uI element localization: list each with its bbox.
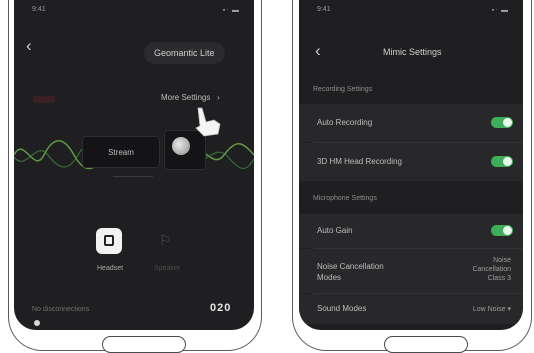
bottom-code: 020 <box>210 302 232 314</box>
row-label: Auto Recording <box>317 118 373 127</box>
headset-mode-button[interactable] <box>96 228 122 254</box>
speaker-mode-label: Speaker <box>154 265 181 272</box>
row-auto-recording[interactable]: Auto Recording <box>299 104 523 142</box>
left-screen: 9:41 ▪ᐧ ▬ ‹ Geomantic Lite More Settings… <box>14 0 254 330</box>
row-sound-modes[interactable]: Sound Modes Low Noise ▾ <box>299 294 523 324</box>
headset-icon <box>104 235 114 246</box>
row-auto-gain[interactable]: Auto Gain <box>299 214 523 248</box>
knob-handle[interactable] <box>172 137 190 155</box>
row-3d-recording[interactable]: 3D HM Head Recording <box>299 143 523 181</box>
right-home-indicator[interactable] <box>384 336 468 353</box>
section-title-microphone: Microphone Settings <box>313 195 377 202</box>
section-title-recording: Recording Settings <box>313 86 373 93</box>
hand-pointer-icon <box>195 107 221 137</box>
row-label: Noise Cancellation Modes <box>317 262 384 282</box>
dot-indicator <box>34 320 40 326</box>
bottom-status-text: No disconnections <box>32 306 90 313</box>
chevron-left-icon[interactable]: ‹ <box>315 42 321 59</box>
left-home-indicator[interactable] <box>102 336 186 353</box>
3d-recording-toggle[interactable] <box>491 156 513 167</box>
page-title: Mimic Settings <box>383 47 442 57</box>
sound-mode-value[interactable]: Low Noise ▾ <box>473 305 511 314</box>
auto-gain-toggle[interactable] <box>491 225 513 236</box>
noise-cancellation-value[interactable]: Noise Cancellation Class 3 <box>455 256 511 283</box>
status-time: 9:41 <box>32 6 46 13</box>
row-noise-cancellation[interactable]: Noise Cancellation Modes Noise Cancellat… <box>299 249 523 293</box>
headset-mode-label: Headset <box>97 265 124 272</box>
chevron-left-icon[interactable]: ‹ <box>26 37 32 54</box>
speaker-icon[interactable]: ⚐ <box>159 232 172 249</box>
stream-card[interactable]: Stream <box>82 136 160 168</box>
right-screen: 9:41 ▪ᐧ ▬ ‹ Mimic Settings Recording Set… <box>299 0 523 330</box>
mode-button[interactable]: Geomantic Lite <box>144 42 225 64</box>
status-icons: ▪ᐧ ▬ <box>222 7 240 14</box>
row-label: Sound Modes <box>317 304 367 313</box>
row-label: 3D HM Head Recording <box>317 157 402 166</box>
more-settings-link[interactable]: More Settings › <box>161 93 220 102</box>
more-settings-label: More Settings <box>161 93 211 102</box>
chevron-right-icon: › <box>212 93 220 102</box>
progress-line <box>113 176 153 177</box>
status-icons-right: ▪ᐧ ▬ <box>491 7 509 14</box>
auto-recording-toggle[interactable] <box>491 117 513 128</box>
stream-card-label: Stream <box>108 147 134 157</box>
row-label: Auto Gain <box>317 226 353 235</box>
status-time-right: 9:41 <box>317 6 331 13</box>
record-badge <box>33 96 55 103</box>
